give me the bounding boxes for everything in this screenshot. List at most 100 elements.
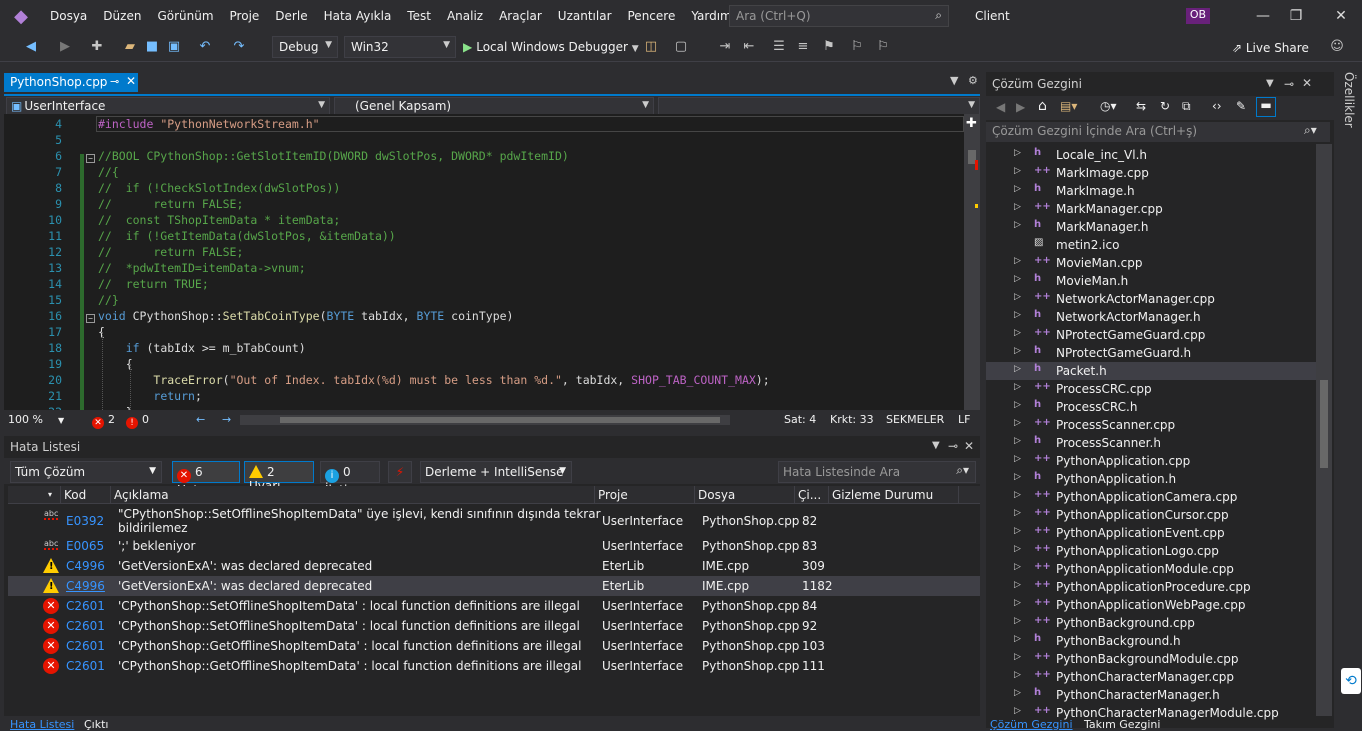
global-scope-dropdown[interactable]: (Genel Kapsam) ▼ (334, 97, 654, 115)
tree-item[interactable]: ▷ h NetworkActorManager.h (986, 308, 1316, 326)
expand-icon[interactable]: ▷ (1014, 274, 1021, 284)
code-editor[interactable]: 4 #include "PythonNetworkStream.h" 5 6 //BOO… (4, 114, 964, 410)
tree-item[interactable]: ▷ ++ PythonBackground.cpp (986, 614, 1316, 632)
menu-item-0[interactable]: Dosya (42, 0, 95, 32)
error-list-search-input[interactable]: Hata Listesinde Ara ⌕▾ (778, 461, 976, 483)
next-issue-icon[interactable]: → (222, 413, 231, 426)
error-row[interactable]: ✕ C2601 'CPythonShop::SetOfflineShopItemDa… (8, 616, 980, 636)
error-code-link[interactable]: C2601 (66, 659, 105, 673)
tree-item[interactable]: ▷ h ProcessScanner.h (986, 434, 1316, 452)
close-panel-icon[interactable]: ✕ (964, 439, 974, 453)
menu-item-6[interactable]: Test (399, 0, 439, 32)
tab-error-list[interactable]: Hata Listesi (10, 718, 74, 731)
editor-horizontal-scrollbar[interactable] (240, 415, 730, 425)
error-code-link[interactable]: E0392 (66, 514, 104, 528)
tab-team-explorer[interactable]: Takım Gezgini (1084, 718, 1160, 731)
tree-item[interactable]: ▷ ++ PythonApplication.cpp (986, 452, 1316, 470)
error-code-link[interactable]: C2601 (66, 639, 105, 653)
minimize-icon[interactable]: — (1248, 4, 1278, 28)
code-line[interactable]: #include "PythonNetworkStream.h" (98, 116, 320, 132)
expand-icon[interactable]: ▷ (1014, 148, 1021, 158)
error-row[interactable]: ✕ C2601 'CPythonShop::GetOfflineShopItemDa… (8, 636, 980, 656)
platform-dropdown[interactable]: Win32 ▼ (344, 36, 456, 58)
expand-icon[interactable]: ▷ (1014, 688, 1021, 698)
code-line[interactable]: // const TShopItemData * itemData; (98, 212, 340, 228)
forward-icon[interactable]: ▶ (56, 38, 74, 56)
pin-icon[interactable]: ⊸ (110, 75, 119, 88)
column-project[interactable]: Proje (598, 488, 628, 502)
expand-icon[interactable]: ▷ (1014, 526, 1021, 536)
expand-icon[interactable]: ▷ (1014, 670, 1021, 680)
expand-icon[interactable]: ▷ (1014, 400, 1021, 410)
tabs-mode[interactable]: SEKMELER (886, 413, 944, 426)
expand-icon[interactable]: ▷ (1014, 202, 1021, 212)
tree-item[interactable]: ▷ ++ ProcessScanner.cpp (986, 416, 1316, 434)
close-tab-icon[interactable]: ✕ (126, 74, 136, 88)
sync-icon[interactable]: ⇆ (1136, 99, 1146, 113)
live-share-button[interactable]: ⇗ Live Share (1232, 41, 1309, 55)
errors-filter-button[interactable]: ✕6 Hata (172, 461, 240, 497)
code-line[interactable]: // if (!CheckSlotIndex(dwSlotPos)) (98, 180, 340, 196)
expand-icon[interactable]: ▷ (1014, 382, 1021, 392)
properties-tab[interactable]: Özellikler (1342, 72, 1356, 128)
configuration-dropdown[interactable]: Debug ▼ (272, 36, 338, 58)
editor-vertical-scrollbar[interactable]: ✚ (964, 114, 980, 410)
pending-changes-icon[interactable]: ◷▾ (1100, 99, 1117, 113)
bookmark-icon[interactable]: ⚑ (820, 38, 838, 56)
live-share-float-icon[interactable]: ⟲ (1341, 668, 1361, 694)
tree-item[interactable]: ▷ h PythonApplication.h (986, 470, 1316, 488)
bookmark-next-icon[interactable]: ⚐ (874, 38, 892, 56)
properties-wrench-icon[interactable]: ✎ (1236, 99, 1246, 113)
collapse-all-icon[interactable]: ⧉ (1182, 99, 1191, 114)
expand-icon[interactable]: ▷ (1014, 706, 1021, 716)
pin-icon[interactable]: ⊸ (948, 439, 958, 453)
expand-icon[interactable]: ▷ (1014, 184, 1021, 194)
tab-pythonshop-cpp[interactable]: PythonShop.cpp ⊸ ✕ (4, 73, 138, 92)
error-code-link[interactable]: C2601 (66, 619, 105, 633)
tree-item[interactable]: ▷ h ProcessCRC.h (986, 398, 1316, 416)
quick-launch-search[interactable]: Ara (Ctrl+Q) ⌕ (729, 5, 949, 27)
tree-item[interactable]: ▷ ++ PythonApplicationProcedure.cpp (986, 578, 1316, 596)
error-indicator[interactable]: ✕ 2 (92, 413, 115, 429)
new-project-icon[interactable]: ✚ (88, 38, 106, 56)
tree-item[interactable]: ▷ ++ PythonApplicationEvent.cpp (986, 524, 1316, 542)
feedback-icon[interactable]: ☺ (1328, 38, 1346, 56)
column-description[interactable]: Açıklama (114, 488, 169, 502)
process-icon[interactable]: ◫ (642, 38, 660, 56)
tree-item[interactable]: ▷ h Locale_inc_Vl.h (986, 146, 1316, 164)
solution-explorer-scrollbar[interactable] (1316, 144, 1332, 716)
tree-item[interactable]: ▷ ++ NProtectGameGuard.cpp (986, 326, 1316, 344)
sort-icon[interactable]: ▾ (48, 490, 52, 499)
undo-icon[interactable]: ↶ (196, 38, 214, 56)
tab-output[interactable]: Çıktı (84, 718, 108, 731)
code-line[interactable]: if (tabIdx >= m_bTabCount) (98, 340, 306, 356)
view-code-icon[interactable]: ‹› (1212, 99, 1222, 113)
expand-icon[interactable]: ▷ (1014, 256, 1021, 266)
expand-icon[interactable]: ▷ (1014, 346, 1021, 356)
bookmark-prev-icon[interactable]: ⚐ (848, 38, 866, 56)
messages-filter-button[interactable]: i0 İleti (320, 461, 380, 497)
tree-item[interactable]: ▷ ++ MovieMan.cpp (986, 254, 1316, 272)
expand-icon[interactable]: ▷ (1014, 166, 1021, 176)
expand-icon[interactable]: ▷ (1014, 652, 1021, 662)
expand-icon[interactable]: ▷ (1014, 310, 1021, 320)
screenshot-icon[interactable]: ▢ (672, 38, 690, 56)
expand-icon[interactable]: ▷ (1014, 418, 1021, 428)
menu-item-5[interactable]: Hata Ayıkla (316, 0, 400, 32)
scroll-thumb[interactable] (1320, 380, 1328, 468)
preview-icon[interactable]: ▬ (1256, 97, 1276, 117)
tree-item[interactable]: ▷ h MarkImage.h (986, 182, 1316, 200)
warning-indicator[interactable]: ! 0 (126, 413, 149, 429)
split-icon[interactable]: ✚ (966, 116, 977, 131)
step-icon[interactable]: ⇥ (716, 38, 734, 56)
tree-item[interactable]: ▷ ++ MarkManager.cpp (986, 200, 1316, 218)
tree-item[interactable]: ▷ h PythonCharacterManager.h (986, 686, 1316, 704)
panel-dropdown-icon[interactable]: ▼ (932, 440, 940, 451)
expand-icon[interactable]: ▷ (1014, 436, 1021, 446)
code-line[interactable]: //} (98, 292, 119, 308)
comment-icon[interactable]: ☰ (770, 38, 788, 56)
restore-icon[interactable]: ❐ (1281, 4, 1311, 28)
tree-item[interactable]: ▷ ++ PythonApplicationWebPage.cpp (986, 596, 1316, 614)
tree-item[interactable]: ▷ ++ PythonApplicationCamera.cpp (986, 488, 1316, 506)
code-line[interactable]: { (98, 356, 133, 372)
